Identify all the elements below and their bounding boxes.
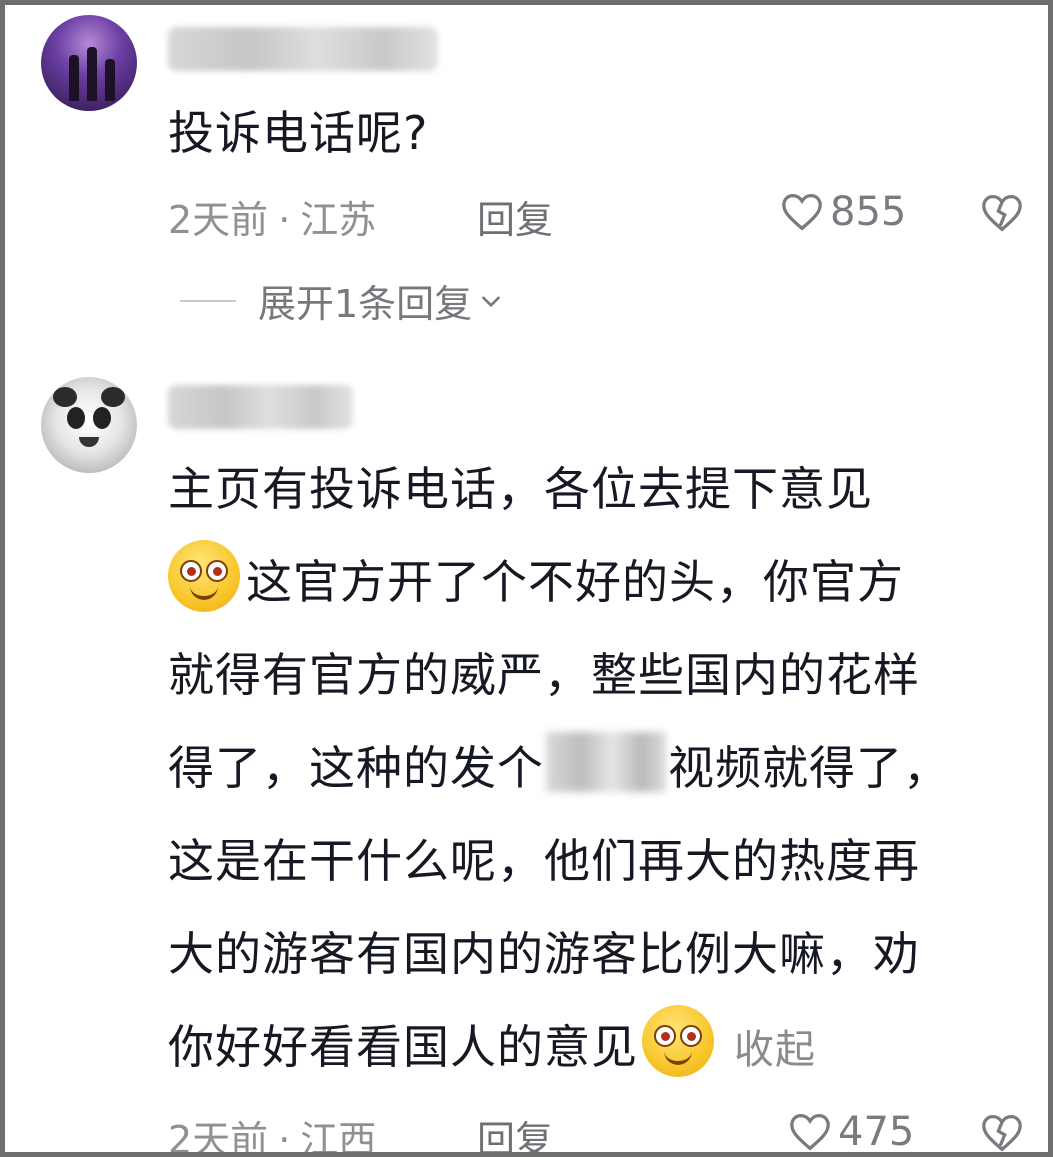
- broken-heart-icon[interactable]: [980, 193, 1024, 233]
- comment-meta: 2天前 · 江西: [168, 1109, 377, 1157]
- comment-location: 江苏: [300, 198, 377, 242]
- comment-time: 2天前: [168, 1118, 269, 1157]
- reply-button[interactable]: 回复: [477, 1109, 553, 1152]
- broken-heart-icon[interactable]: [980, 1113, 1024, 1153]
- comment-time: 2天前: [168, 198, 269, 242]
- comment-text: 投诉电话呢?: [168, 106, 429, 160]
- meta-separator: ·: [278, 198, 291, 242]
- comment-line-text: 你好好看看国人的意见: [168, 1020, 638, 1074]
- comment-line: 这官方开了个不好的头，你官方: [168, 536, 1028, 629]
- comment-line: 大的游客有国内的游客比例大嘛，劝: [168, 908, 1028, 1001]
- avatar[interactable]: [41, 15, 137, 111]
- avatar-figure: [69, 55, 79, 101]
- chevron-down-icon: [482, 295, 501, 307]
- reply-button[interactable]: 回复: [477, 189, 553, 244]
- avatar-eye: [93, 407, 111, 429]
- avatar-ear: [53, 387, 77, 407]
- comment-line-text: 这官方开了个不好的头，你官方: [246, 555, 904, 609]
- divider-dash: [180, 299, 236, 302]
- collapse-button[interactable]: 收起: [734, 1027, 816, 1073]
- comment-meta: 2天前 · 江苏: [168, 189, 376, 244]
- username-redacted[interactable]: [168, 27, 438, 71]
- avatar-eye: [67, 407, 85, 429]
- comment-line: 就得有官方的威严，整些国内的花样: [168, 629, 1028, 722]
- avatar-ear: [101, 387, 125, 407]
- smiling-face-emoji: [642, 1005, 714, 1077]
- comment-line-text: 主页有投诉电话，各位去提下意见: [168, 462, 873, 516]
- comment-line: 得了，这种的发个 视频就得了，: [168, 722, 1028, 815]
- redacted-word: [546, 732, 666, 792]
- screenshot-frame: 投诉电话呢? 2天前 · 江苏 回复 855 展开1条回复 主页有投诉电话，各位…: [0, 0, 1053, 1157]
- avatar-figure: [87, 47, 97, 101]
- like-button[interactable]: 475: [788, 1109, 915, 1155]
- like-count: 475: [838, 1109, 915, 1155]
- expand-replies-button[interactable]: 展开1条回复: [180, 273, 504, 328]
- comment-line: 这是在干什么呢，他们再大的热度再: [168, 815, 1028, 908]
- expand-replies-label: 展开1条回复: [258, 282, 473, 326]
- heart-outline-icon: [782, 193, 822, 231]
- like-button[interactable]: 855: [780, 189, 906, 235]
- comment-line: 你好好看看国人的意见 收起: [168, 1001, 1028, 1094]
- username-redacted[interactable]: [168, 385, 353, 429]
- comment-line-text: 大的游客有国内的游客比例大嘛，劝: [168, 927, 920, 981]
- comment-text: 主页有投诉电话，各位去提下意见 这官方开了个不好的头，你官方 就得有官方的威严，…: [168, 443, 1028, 1094]
- avatar-mouth: [79, 437, 99, 447]
- comment-line-text: 得了，这种的发个: [168, 741, 544, 795]
- meta-separator: ·: [278, 1118, 291, 1157]
- comment-location: 江西: [300, 1118, 377, 1157]
- smiling-face-emoji: [168, 540, 240, 612]
- avatar[interactable]: [41, 377, 137, 473]
- comment-line: 主页有投诉电话，各位去提下意见: [168, 443, 1028, 536]
- comment-line-text: 视频就得了，: [668, 741, 950, 795]
- comment-line-text: 这是在干什么呢，他们再大的热度再: [168, 834, 920, 888]
- comment-line-text: 就得有官方的威严，整些国内的花样: [168, 648, 920, 702]
- like-count: 855: [830, 189, 907, 235]
- heart-outline-icon: [790, 1113, 830, 1151]
- avatar-figure: [105, 59, 115, 101]
